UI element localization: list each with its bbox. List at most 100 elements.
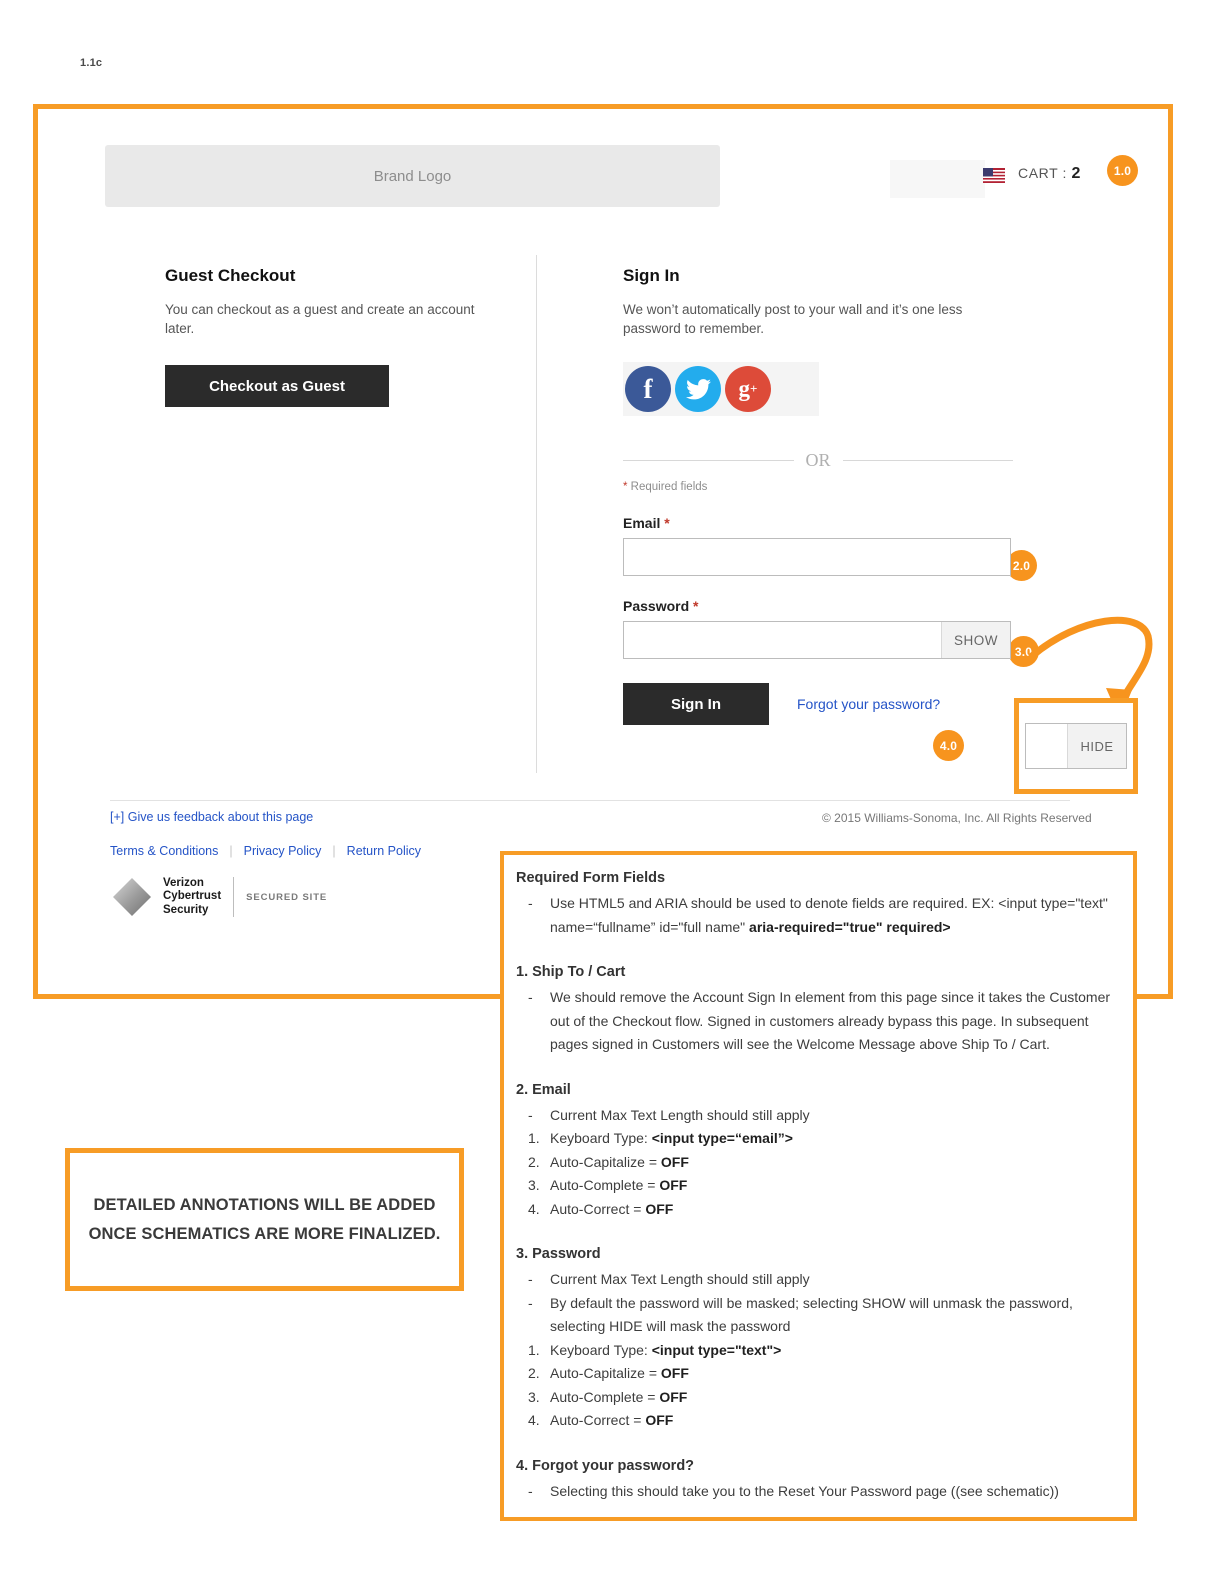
annotation-item-marker: - — [528, 1482, 533, 1499]
annotation-item-text-part: Auto-Correct = — [550, 1200, 646, 1217]
annotation-item-marker: 2. — [528, 1153, 540, 1170]
annotation-spacer — [516, 1433, 1117, 1455]
annotation-section-title: 2. Email — [516, 1081, 571, 1098]
annotation-item: 4. Auto-Correct = OFF — [516, 1198, 1117, 1222]
annotation-spacer — [516, 1057, 1117, 1079]
annotation-item-text: Use HTML5 and ARIA should be used to den… — [550, 892, 1117, 939]
googleplus-icon[interactable]: g + — [725, 366, 771, 412]
sign-in-button[interactable]: Sign In — [623, 683, 769, 725]
annotation-item-text: Auto-Capitalize = OFF — [550, 1362, 1117, 1386]
footer-link-separator: | — [229, 844, 233, 858]
annotation-item-text-part: Auto-Capitalize = — [550, 1153, 661, 1170]
annotation-item-text-part: Keyboard Type: — [550, 1130, 652, 1146]
footer-link-privacy[interactable]: Privacy Policy — [244, 844, 322, 858]
password-hide-toggle[interactable]: HIDE — [1067, 724, 1126, 768]
email-label-text: Email — [623, 515, 665, 531]
trust-badge-name-line1: Verizon — [163, 876, 204, 889]
annotations-panel: Required Form Fields - Use HTML5 and ARI… — [500, 851, 1137, 1521]
guest-checkout-title: Guest Checkout — [165, 266, 296, 285]
trust-badge-name-line3: Security — [163, 903, 209, 916]
annotation-item-marker: 4. — [528, 1412, 540, 1428]
password-field-wrap[interactable]: SHOW — [623, 621, 1011, 659]
footer-link-terms[interactable]: Terms & Conditions — [110, 844, 218, 858]
sign-in-actions: Sign In Forgot your password? — [623, 683, 1023, 725]
annotation-item: - Selecting this should take you to the … — [516, 1480, 1117, 1504]
password-input[interactable] — [624, 622, 941, 658]
annotation-item-marker: 1. — [528, 1341, 540, 1358]
brand-logo[interactable]: Brand Logo — [105, 145, 720, 207]
annotation-item-marker: 2. — [528, 1365, 540, 1381]
sign-in-section: Sign In We won’t automatically post to y… — [623, 266, 1023, 725]
annotation-item-text-part: Keyboard Type: — [550, 1341, 652, 1358]
annotation-item-text-strong: OFF — [660, 1365, 689, 1381]
column-divider — [536, 255, 537, 773]
annotation-item-text-part: Auto-Complete = — [550, 1388, 660, 1405]
forgot-password-link[interactable]: Forgot your password? — [797, 696, 940, 712]
annotation-item: - Current Max Text Length should still a… — [516, 1268, 1117, 1292]
facebook-icon[interactable]: f — [625, 366, 671, 412]
header-utility-block[interactable] — [890, 160, 985, 198]
cart-count: 2 — [1071, 165, 1081, 182]
annotation-item-marker: 1. — [528, 1130, 540, 1146]
page-label: 1.1c — [80, 57, 103, 69]
password-hide-state-callout: HIDE — [1014, 698, 1138, 794]
annotation-section-title: 4. Forgot your password? — [516, 1457, 695, 1474]
us-flag-icon[interactable] — [983, 168, 1005, 183]
annotation-item-text-strong: <input type=“email”> — [651, 1130, 793, 1146]
or-divider-line-right — [842, 460, 1014, 461]
annotation-item: - We should remove the Account Sign In e… — [516, 986, 1117, 1057]
twitter-icon[interactable] — [675, 366, 721, 412]
annotation-item: 1. Keyboard Type: <input type=“email”> — [516, 1127, 1117, 1151]
email-input[interactable] — [624, 539, 1010, 575]
annotation-item-text: Keyboard Type: <input type="text"> — [550, 1339, 1117, 1363]
footer-link-return[interactable]: Return Policy — [347, 844, 421, 858]
annotation-item-marker: 3. — [528, 1388, 540, 1405]
or-divider-line-left — [623, 460, 794, 461]
annotation-item-text: Current Max Text Length should still app… — [550, 1271, 810, 1287]
trust-badge-divider — [233, 877, 235, 917]
required-fields-text: Required fields — [627, 481, 708, 493]
guest-checkout-description: You can checkout as a guest and create a… — [165, 302, 475, 336]
annotation-item: 4. Auto-Correct = OFF — [516, 1409, 1117, 1433]
annotation-item-text-part: Auto-Correct = — [550, 1412, 646, 1428]
annotation-item-text: Auto-Complete = OFF — [550, 1174, 1117, 1198]
checkout-as-guest-button[interactable]: Checkout as Guest — [165, 365, 389, 407]
annotation-item-text-strong: OFF — [645, 1200, 674, 1217]
cart-indicator[interactable]: CART : 2 — [1018, 165, 1081, 183]
password-required-asterisk-icon: * — [693, 598, 699, 614]
or-divider: OR — [623, 450, 1014, 471]
password-field-hide-state[interactable]: HIDE — [1025, 723, 1127, 769]
verizon-trust-badge[interactable]: Verizon Cybertrust Security SECURED SITE — [110, 875, 327, 919]
annotation-item-marker: - — [528, 1106, 533, 1123]
feedback-link[interactable]: [+] Give us feedback about this page — [110, 810, 313, 824]
sign-in-title: Sign In — [623, 266, 680, 285]
annotation-item-marker: - — [528, 1271, 533, 1287]
footer-links: Terms & Conditions | Privacy Policy | Re… — [110, 844, 421, 858]
annotation-item-text: We should remove the Account Sign In ele… — [550, 989, 1111, 1052]
annotation-section-title: 3. Password — [516, 1246, 601, 1262]
email-field-wrap[interactable] — [623, 538, 1011, 576]
annotation-item: 1. Keyboard Type: <input type="text"> — [516, 1339, 1117, 1363]
annotation-item: 2. Auto-Capitalize = OFF — [516, 1151, 1117, 1175]
annotation-item-text: Auto-Complete = OFF — [550, 1386, 1117, 1410]
annotation-item-text: Selecting this should take you to the Re… — [550, 1482, 1059, 1499]
annotation-badge-4: 4.0 — [933, 730, 964, 761]
or-divider-label: OR — [805, 450, 831, 470]
annotation-item-text-strong: aria-required="true" required> — [749, 918, 951, 935]
annotation-item-marker: - — [528, 895, 533, 911]
annotation-item-text: By default the password will be masked; … — [550, 1294, 1073, 1335]
password-label-text: Password — [623, 598, 694, 614]
annotation-item-text-part: Auto-Complete = — [550, 1177, 660, 1193]
trust-badge-name-line2: Cybertrust — [163, 890, 222, 903]
detailed-annotations-note-text: DETAILED ANNOTATIONS WILL BE ADDED ONCE … — [88, 1195, 441, 1243]
trust-badge-name: Verizon Cybertrust Security — [163, 877, 221, 918]
annotation-item: 3. Auto-Complete = OFF — [516, 1174, 1117, 1198]
annotation-item: 3. Auto-Complete = OFF — [516, 1386, 1117, 1410]
annotation-item-marker: 3. — [528, 1177, 540, 1193]
annotation-item-text-part: Auto-Capitalize = — [550, 1365, 661, 1381]
trust-badge-secured-label: SECURED SITE — [246, 891, 328, 903]
annotation-badge-1: 1.0 — [1107, 155, 1138, 186]
sign-in-description: We won’t automatically post to your wall… — [623, 302, 963, 336]
password-show-toggle[interactable]: SHOW — [941, 622, 1010, 658]
annotation-spacer — [516, 939, 1117, 961]
